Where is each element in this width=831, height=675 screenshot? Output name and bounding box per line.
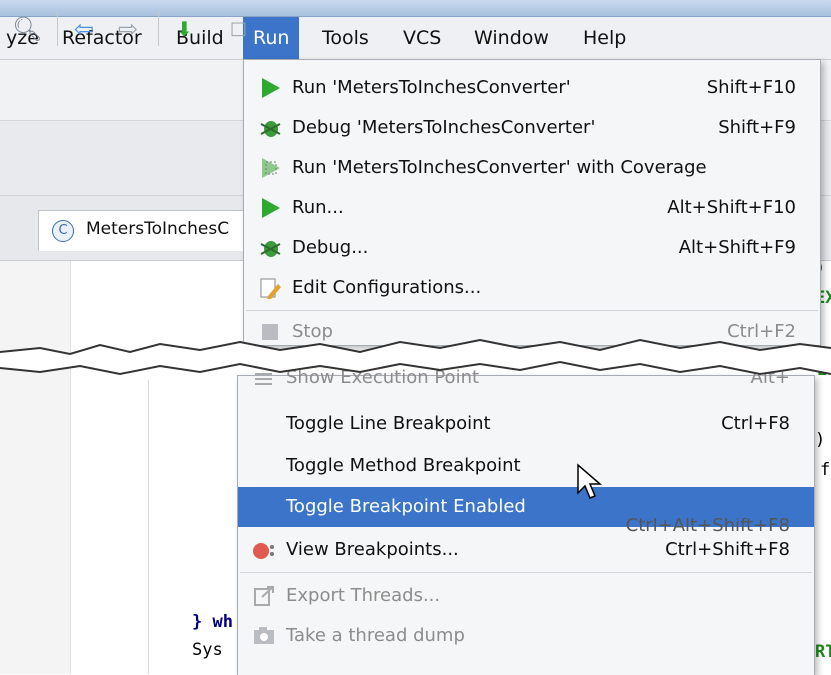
menu-debug-dots[interactable]: Debug... Alt+Shift+F9 <box>244 228 820 268</box>
find-usages-icon[interactable]: 🔍︎ <box>12 12 42 46</box>
menu-tools[interactable]: Tools <box>322 17 369 59</box>
camera-icon <box>254 627 274 644</box>
editor-tab-label: MetersToInchesC <box>86 219 230 239</box>
class-icon: C <box>52 220 74 242</box>
coverage-icon <box>262 158 280 178</box>
toolbar-partial-icon[interactable]: □ <box>230 12 247 46</box>
menu-item-label: Debug 'MetersToInchesConverter' <box>292 117 596 138</box>
menu-toggle-method-breakpoint[interactable]: Toggle Method Breakpoint <box>238 446 814 486</box>
menu-toggle-line-breakpoint[interactable]: Toggle Line Breakpoint Ctrl+F8 <box>238 404 814 444</box>
menu-item-shortcut: Ctrl+F8 <box>721 413 790 434</box>
menu-item-shortcut: Ctrl+Shift+F8 <box>665 539 790 560</box>
torn-edge-divider <box>0 338 831 376</box>
code-fragment: ) = <box>815 430 831 450</box>
menu-item-label: View Breakpoints... <box>286 539 459 560</box>
code-fragment: Sys <box>192 640 223 660</box>
menu-run-config[interactable]: Run 'MetersToInchesConverter' Shift+F10 <box>244 68 820 108</box>
breakpoints-icon <box>253 543 274 559</box>
menu-item-label: Export Threads... <box>286 585 441 606</box>
indent-guide <box>148 380 149 674</box>
run-menu-dropdown: Run 'MetersToInchesConverter' Shift+F10 … <box>243 59 821 346</box>
code-fragment: RT <box>815 642 831 662</box>
menu-edit-configurations[interactable]: Edit Configurations... <box>244 268 820 308</box>
menu-run-dots[interactable]: Run... Alt+Shift+F10 <box>244 188 820 228</box>
menu-item-label: Take a thread dump <box>286 625 465 646</box>
menu-item-label: Run 'MetersToInchesConverter' <box>292 77 571 98</box>
forward-arrow-icon[interactable]: ⇨ <box>118 12 138 46</box>
menu-item-label: Edit Configurations... <box>292 277 482 298</box>
debug-icon <box>260 241 281 257</box>
menu-item-label: Toggle Line Breakpoint <box>286 413 491 434</box>
menu-item-shortcut: Alt+Shift+F9 <box>678 237 796 258</box>
menu-item-shortcut: Shift+F9 <box>718 117 796 138</box>
menu-separator <box>246 310 818 311</box>
sort-icon[interactable]: ⬇ <box>176 12 193 46</box>
code-fragment: f <box>820 460 831 480</box>
back-arrow-icon[interactable]: ⇦ <box>74 12 94 46</box>
menu-view-breakpoints[interactable]: View Breakpoints... Ctrl+Shift+F8 <box>238 530 814 570</box>
editor-gutter <box>0 261 71 674</box>
menu-item-label: Run 'MetersToInchesConverter' with Cover… <box>292 157 707 178</box>
mouse-cursor-icon <box>577 463 603 499</box>
run-icon <box>262 198 280 218</box>
menu-item-shortcut: Shift+F10 <box>706 77 796 98</box>
menu-debug-config[interactable]: Debug 'MetersToInchesConverter' Shift+F9 <box>244 108 820 148</box>
menu-separator <box>240 572 812 573</box>
menu-window[interactable]: Window <box>474 17 549 59</box>
run-menu-dropdown-lower: Show Execution Point Alt+ Toggle Line Br… <box>237 367 815 675</box>
toolbar-separator <box>57 12 58 46</box>
menu-export-threads[interactable]: Export Threads... <box>238 576 814 616</box>
code-fragment: } wh <box>192 612 233 632</box>
menu-help[interactable]: Help <box>583 17 626 59</box>
debug-icon <box>260 121 281 137</box>
menu-item-label: Toggle Method Breakpoint <box>286 455 521 476</box>
menu-item-label: Debug... <box>292 237 369 258</box>
export-icon <box>254 586 274 606</box>
edit-config-icon <box>260 278 281 299</box>
menu-item-label: Run... <box>292 197 344 218</box>
menu-run-with-coverage[interactable]: Run 'MetersToInchesConverter' with Cover… <box>244 148 820 188</box>
menu-item-shortcut: Alt+Shift+F10 <box>667 197 796 218</box>
menu-run[interactable]: Run <box>243 17 300 59</box>
menu-vcs[interactable]: VCS <box>403 17 441 59</box>
toolbar-separator <box>158 12 159 46</box>
run-icon <box>262 78 280 98</box>
menu-take-thread-dump[interactable]: Take a thread dump <box>238 616 814 656</box>
